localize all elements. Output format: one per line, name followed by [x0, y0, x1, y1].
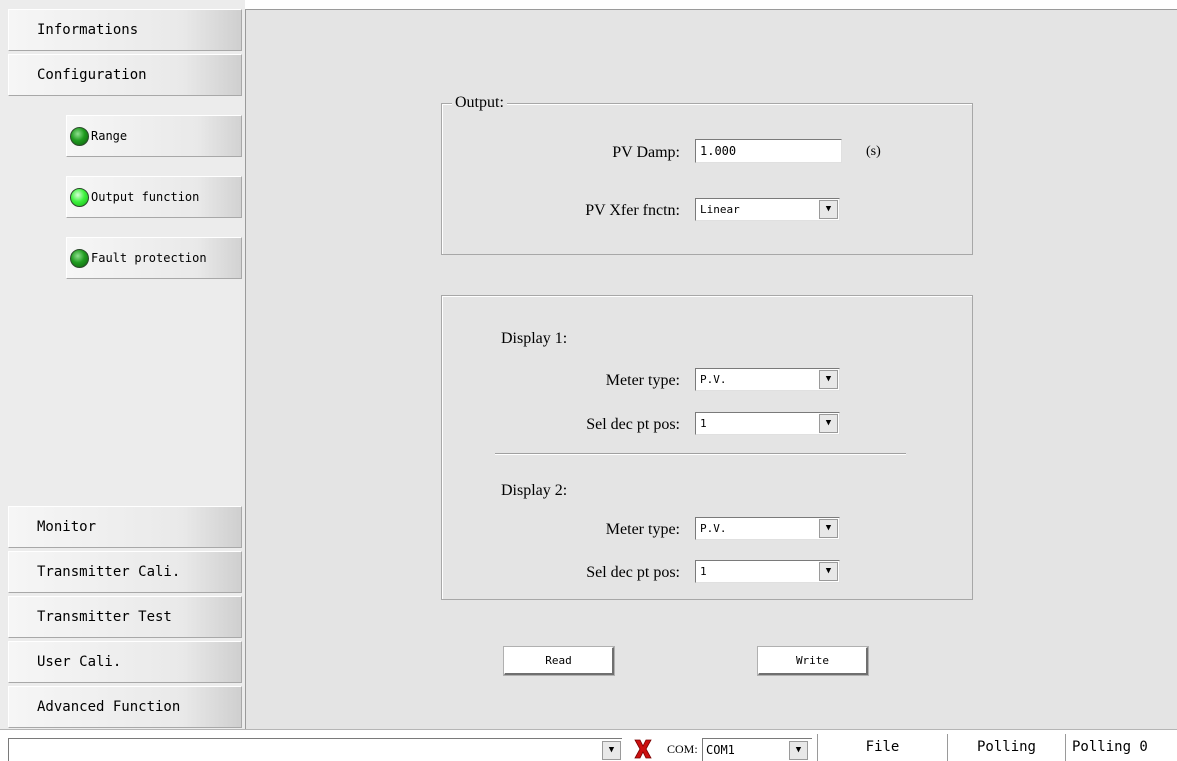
display1-title: Display 1: [501, 330, 568, 347]
com-port-select[interactable]: COM1 ▼ [702, 738, 812, 761]
chevron-down-icon[interactable]: ▼ [819, 519, 838, 538]
sub-item-label: Fault protection [91, 251, 207, 265]
display1-meter-type-select[interactable]: P.V. ▼ [695, 368, 840, 391]
pv-xfer-label: PV Xfer fnctn: [585, 202, 680, 219]
sub-item-output-function[interactable]: Output function [66, 176, 242, 218]
status-file: File [817, 734, 947, 761]
status-polling: Polling [947, 734, 1065, 761]
status-message-select[interactable]: ▼ [8, 738, 622, 761]
status-polling-count: Polling 0 [1065, 734, 1177, 761]
display2-dec-pt-value: 1 [700, 565, 707, 578]
chevron-down-icon[interactable]: ▼ [819, 414, 838, 433]
display2-meter-type-label: Meter type: [605, 521, 680, 538]
chevron-down-icon[interactable]: ▼ [819, 200, 838, 219]
nav-item-configuration[interactable]: Configuration [8, 54, 242, 96]
main-panel: Output: PV Damp: 1.000 (s) PV Xfer fnctn… [245, 9, 1177, 729]
status-led-icon [70, 248, 89, 268]
chevron-down-icon[interactable]: ▼ [789, 741, 808, 760]
com-port-value: COM1 [706, 743, 735, 757]
display2-dec-pt-label: Sel dec pt pos: [586, 564, 680, 581]
display2-title: Display 2: [501, 482, 568, 499]
nav-item-user-cali[interactable]: User Cali. [8, 641, 242, 683]
output-group: Output: PV Damp: 1.000 (s) PV Xfer fnctn… [441, 94, 973, 255]
status-bar: ▼ COM: COM1 ▼ File Polling Polling 0 [0, 729, 1177, 761]
nav-item-transmitter-cali[interactable]: Transmitter Cali. [8, 551, 242, 593]
display2-meter-type-value: P.V. [700, 522, 727, 535]
display1-dec-pt-select[interactable]: 1 ▼ [695, 412, 840, 435]
nav-sidebar: Informations Configuration Range Output … [0, 0, 245, 729]
nav-item-transmitter-test[interactable]: Transmitter Test [8, 596, 242, 638]
pv-xfer-value: Linear [700, 203, 740, 216]
x-disconnected-icon [634, 739, 652, 759]
write-button[interactable]: Write [758, 647, 868, 675]
status-led-icon [70, 126, 89, 146]
sub-item-fault-protection[interactable]: Fault protection [66, 237, 242, 279]
display2-meter-type-select[interactable]: P.V. ▼ [695, 517, 840, 540]
sub-item-range[interactable]: Range [66, 115, 242, 157]
chevron-down-icon[interactable]: ▼ [819, 370, 838, 389]
display1-meter-type-value: P.V. [700, 373, 727, 386]
display1-dec-pt-label: Sel dec pt pos: [586, 416, 680, 433]
read-button[interactable]: Read [504, 647, 614, 675]
display1-dec-pt-value: 1 [700, 417, 707, 430]
display2-dec-pt-select[interactable]: 1 ▼ [695, 560, 840, 583]
sub-item-label: Output function [91, 190, 200, 204]
display-separator [495, 453, 906, 455]
chevron-down-icon[interactable]: ▼ [819, 562, 838, 581]
nav-item-monitor[interactable]: Monitor [8, 506, 242, 548]
output-group-legend: Output: [452, 94, 507, 112]
pv-xfer-select[interactable]: Linear ▼ [695, 198, 840, 221]
pv-damp-unit: (s) [866, 144, 881, 159]
com-label: COM: [667, 742, 698, 756]
pv-damp-label: PV Damp: [612, 144, 680, 161]
nav-item-advanced-function[interactable]: Advanced Function [8, 686, 242, 728]
nav-item-informations[interactable]: Informations [8, 9, 242, 51]
display1-meter-type-label: Meter type: [605, 372, 680, 389]
sub-item-label: Range [91, 129, 128, 143]
chevron-down-icon[interactable]: ▼ [602, 741, 621, 760]
status-led-icon [70, 187, 89, 207]
pv-damp-input[interactable]: 1.000 [695, 139, 842, 163]
display-group: Display 1: Meter type: P.V. ▼ Sel dec pt… [441, 295, 973, 600]
